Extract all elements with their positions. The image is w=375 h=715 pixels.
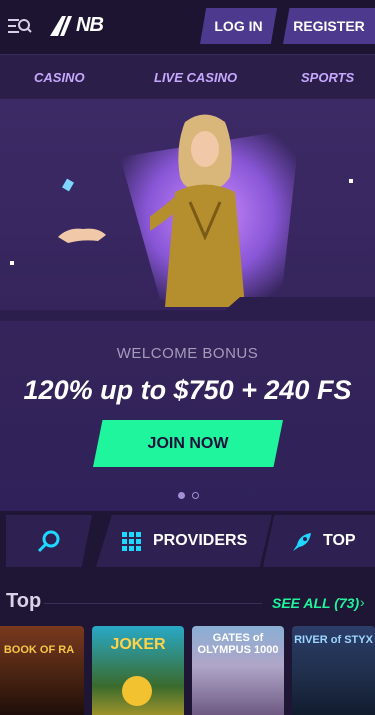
sparkle-icon [62,178,74,192]
chevron-right-icon[interactable]: › [360,594,365,610]
hero-banner[interactable]: WELCOME BONUS 120% up to $750 + 240 FS J… [0,99,375,511]
game-card[interactable]: GATES of OLYMPUS 1000 [192,626,284,715]
quick-actions-bar: PROVIDERS TOP [0,511,375,573]
game-title: RIVER of STYX [294,634,373,646]
game-title: JOKER [110,636,166,653]
game-title: BOOK OF RA [3,644,75,656]
hero-promo-image [150,114,245,307]
welcome-bonus-label: WELCOME BONUS [116,345,259,362]
game-card[interactable]: JOKER [92,626,184,715]
see-all-link[interactable]: SEE ALL (73) [272,595,359,611]
hand-icon [58,228,106,243]
game-title: GATES of OLYMPUS 1000 [197,632,279,656]
section-title: Top [6,590,42,612]
search-button[interactable] [6,515,92,567]
rocket-icon [293,533,311,551]
sparkle-icon [10,261,14,265]
game-card[interactable]: RIVER of STYX [292,626,375,715]
game-card[interactable]: BOOK OF RA [0,626,84,715]
search-icon [37,530,60,553]
grid-icon [122,532,141,551]
nav-item-casino[interactable]: CASINO [34,70,85,85]
nav-item-sports[interactable]: SPORTS [301,70,354,85]
top-label: TOP [323,532,356,549]
sparkle-icon [349,179,353,183]
join-now-button[interactable]: JOIN NOW [93,420,283,467]
logo[interactable]: NB [48,14,118,38]
login-button[interactable]: LOG IN [200,8,277,44]
register-button[interactable]: REGISTER [283,8,375,44]
coin-icon [122,676,152,706]
bonus-offer-text: 120% up to $750 + 240 FS [23,375,352,405]
carousel-dot-active[interactable] [178,492,185,499]
nav-item-live-casino[interactable]: LIVE CASINO [154,70,237,85]
menu-search-icon[interactable] [8,16,32,36]
logo-text: NB [76,14,104,36]
carousel-dot[interactable] [192,492,199,499]
header: NB LOG IN REGISTER [0,0,375,54]
providers-label: PROVIDERS [153,532,248,549]
section-divider [44,603,262,604]
providers-button[interactable]: PROVIDERS [96,515,272,567]
top-button[interactable]: TOP [263,515,375,567]
category-nav: CASINO LIVE CASINO SPORTS [0,54,375,99]
